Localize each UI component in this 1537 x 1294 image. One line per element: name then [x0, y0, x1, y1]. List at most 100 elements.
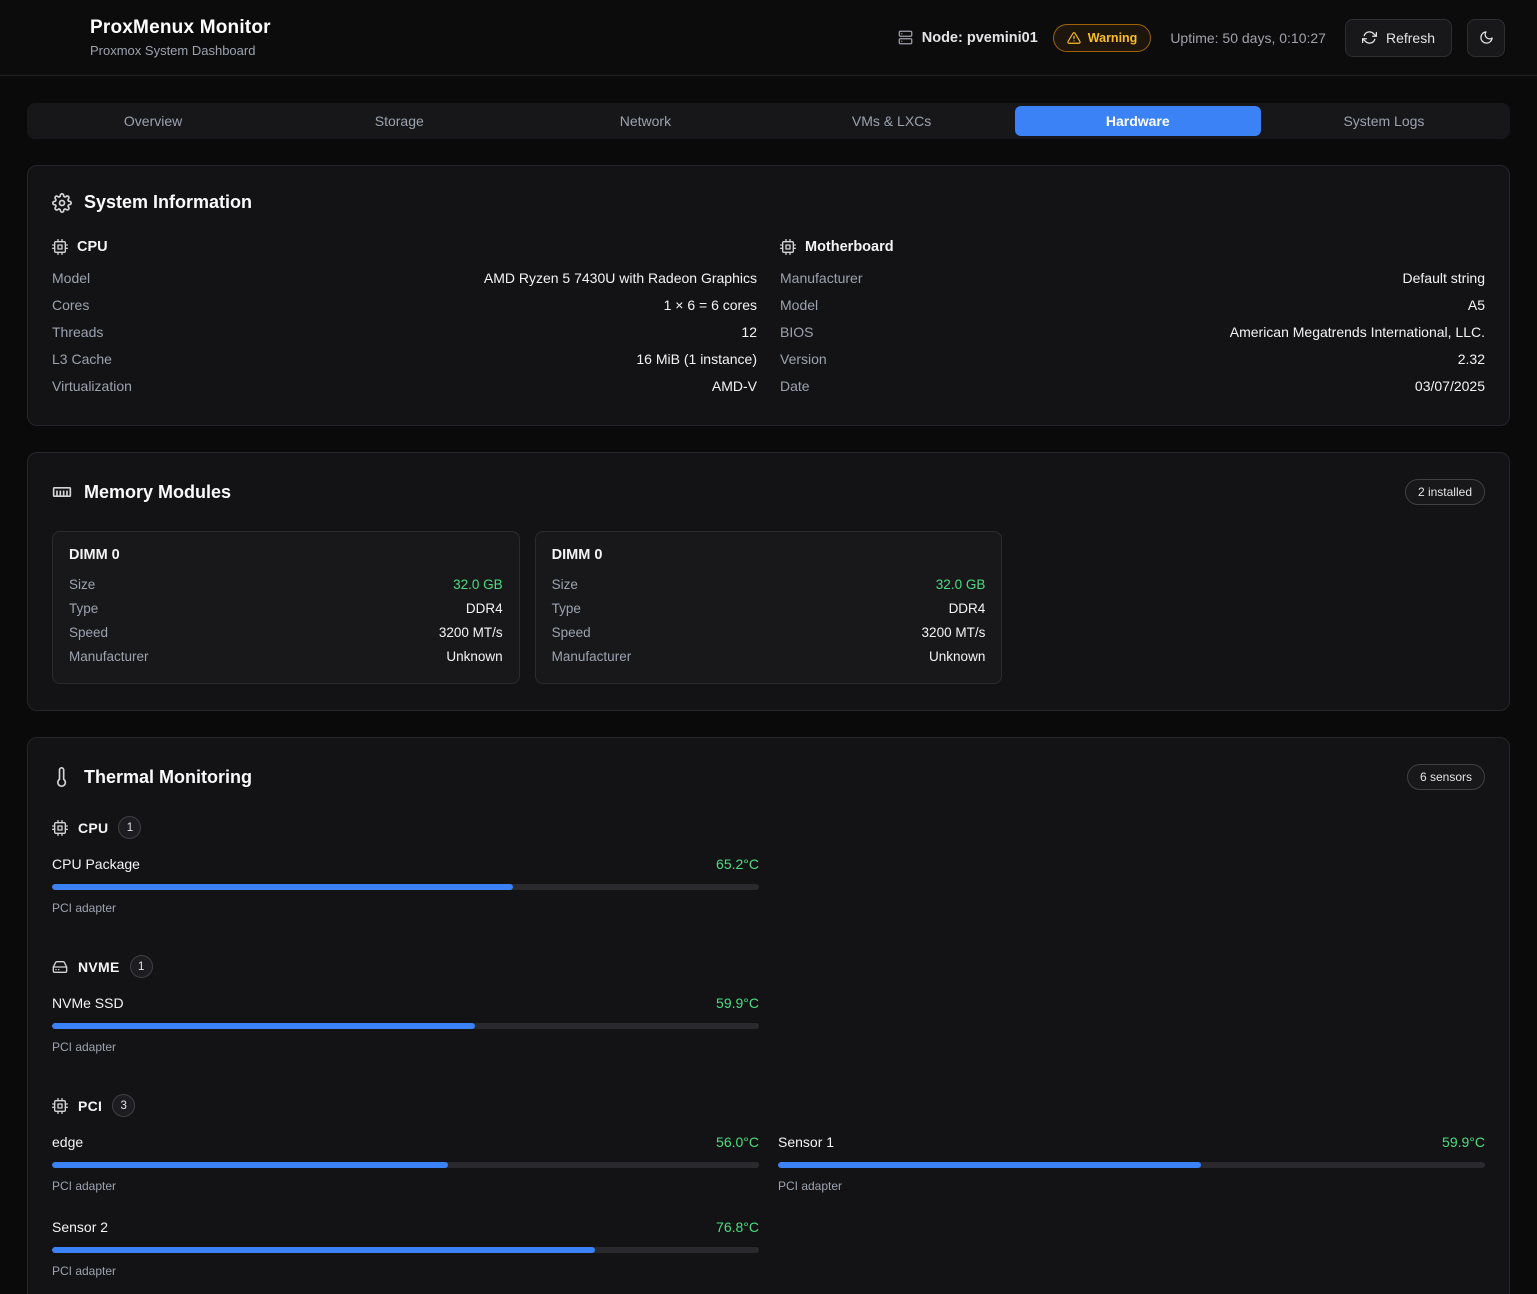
row-label: Virtualization [52, 378, 132, 394]
row-value: 2.32 [1458, 351, 1485, 367]
refresh-button[interactable]: Refresh [1345, 19, 1452, 57]
warning-badge[interactable]: Warning [1053, 24, 1152, 52]
row-value: Unknown [929, 649, 985, 664]
row-label: Manufacturer [552, 649, 632, 664]
row-value: 03/07/2025 [1415, 378, 1485, 394]
thermal-monitoring-title: Thermal Monitoring [84, 767, 252, 788]
group-count-badge: 3 [112, 1094, 135, 1117]
motherboard-section-title: Motherboard [805, 239, 894, 255]
tab-storage[interactable]: Storage [276, 106, 522, 136]
row-value: DDR4 [466, 601, 503, 616]
row-value: 16 MiB (1 instance) [636, 351, 757, 367]
sensor-adapter: PCI adapter [52, 901, 759, 915]
theme-toggle-button[interactable] [1467, 19, 1505, 57]
server-icon [898, 30, 913, 45]
tab-overview[interactable]: Overview [30, 106, 276, 136]
row-label: Date [780, 378, 810, 394]
row-label: Model [52, 270, 90, 286]
row-label: Type [552, 601, 581, 616]
module-row: Manufacturer Unknown [552, 644, 986, 668]
brand: ProxMenux Monitor Proxmox System Dashboa… [32, 16, 271, 60]
memory-icon [52, 482, 72, 502]
temp-progress-fill [52, 1023, 475, 1029]
row-label: Speed [552, 625, 591, 640]
sensor-adapter: PCI adapter [778, 1179, 1485, 1193]
info-row: Date 03/07/2025 [780, 372, 1485, 399]
temp-progress-fill [52, 1247, 595, 1253]
module-row: Speed 3200 MT/s [69, 620, 503, 644]
row-label: Manufacturer [69, 649, 149, 664]
sensor-temp: 56.0°C [716, 1134, 759, 1150]
row-label: L3 Cache [52, 351, 112, 367]
app-logo-icon [32, 16, 76, 60]
info-row: Model AMD Ryzen 5 7430U with Radeon Grap… [52, 264, 757, 291]
temp-progress-bar [52, 1162, 759, 1168]
thermal-group-nvme: NVME 1 NVMe SSD 59.9°C PCI adapter [52, 955, 1485, 1054]
tab-vms-lxcs[interactable]: VMs & LXCs [769, 106, 1015, 136]
group-name: NVME [78, 959, 120, 975]
refresh-label: Refresh [1386, 30, 1435, 46]
temp-progress-fill [52, 884, 513, 890]
sensor-item: Sensor 2 76.8°C PCI adapter [52, 1219, 759, 1278]
app-subtitle: Proxmox System Dashboard [90, 43, 271, 58]
module-row: Type DDR4 [552, 596, 986, 620]
info-row: Version 2.32 [780, 345, 1485, 372]
sensors-count-badge: 6 sensors [1407, 764, 1485, 790]
sensor-adapter: PCI adapter [52, 1179, 759, 1193]
row-label: Type [69, 601, 98, 616]
sensor-adapter: PCI adapter [52, 1040, 759, 1054]
sensor-temp: 76.8°C [716, 1219, 759, 1235]
info-row: BIOS American Megatrends International, … [780, 318, 1485, 345]
module-row: Size 32.0 GB [69, 572, 503, 596]
sensor-name: NVMe SSD [52, 995, 124, 1011]
sensor-item: NVMe SSD 59.9°C PCI adapter [52, 995, 759, 1054]
warning-icon [1067, 31, 1081, 45]
temp-progress-bar [52, 884, 759, 890]
sensor-name: Sensor 1 [778, 1134, 834, 1150]
group-name: CPU [78, 820, 108, 836]
tab-network[interactable]: Network [522, 106, 768, 136]
memory-modules-card: Memory Modules 2 installed DIMM 0 Size 3… [27, 452, 1510, 711]
row-value: American Megatrends International, LLC. [1230, 324, 1485, 340]
sensor-name: edge [52, 1134, 83, 1150]
module-row: Type DDR4 [69, 596, 503, 620]
dimm-name: DIMM 0 [69, 547, 503, 563]
row-value: 3200 MT/s [439, 625, 503, 640]
cpu-section-title: CPU [77, 239, 108, 255]
tab-system-logs[interactable]: System Logs [1261, 106, 1507, 136]
temp-progress-bar [52, 1247, 759, 1253]
motherboard-section: Motherboard Manufacturer Default string … [780, 239, 1485, 399]
row-label: Size [69, 577, 95, 592]
thermal-group-cpu: CPU 1 CPU Package 65.2°C PCI adapter [52, 816, 1485, 915]
row-label: BIOS [780, 324, 813, 340]
app-header: ProxMenux Monitor Proxmox System Dashboa… [0, 0, 1537, 76]
row-label: Size [552, 577, 578, 592]
info-row: Cores 1 × 6 = 6 cores [52, 291, 757, 318]
pci-chip-icon [52, 1098, 68, 1114]
group-count-badge: 1 [118, 816, 141, 839]
sensor-item: edge 56.0°C PCI adapter [52, 1134, 759, 1193]
memory-modules-title: Memory Modules [84, 482, 231, 503]
row-value: Default string [1403, 270, 1485, 286]
sensor-adapter: PCI adapter [52, 1264, 759, 1278]
sensor-temp: 65.2°C [716, 856, 759, 872]
node-indicator: Node: pvemini01 [898, 30, 1038, 46]
row-label: Manufacturer [780, 270, 862, 286]
sensor-item: CPU Package 65.2°C PCI adapter [52, 856, 759, 915]
info-row: Manufacturer Default string [780, 264, 1485, 291]
moon-icon [1479, 30, 1494, 45]
memory-module-card: DIMM 0 Size 32.0 GB Type DDR4 Speed 3200… [535, 531, 1003, 684]
node-label: Node: pvemini01 [922, 30, 1038, 46]
info-row: Threads 12 [52, 318, 757, 345]
row-value: AMD-V [712, 378, 757, 394]
main-tabs: Overview Storage Network VMs & LXCs Hard… [27, 103, 1510, 139]
tab-hardware[interactable]: Hardware [1015, 106, 1261, 136]
warning-label: Warning [1088, 31, 1138, 45]
temp-progress-bar [778, 1162, 1485, 1168]
module-row: Size 32.0 GB [552, 572, 986, 596]
sensor-temp: 59.9°C [1442, 1134, 1485, 1150]
sensor-item: Sensor 1 59.9°C PCI adapter [778, 1134, 1485, 1193]
sensor-name: CPU Package [52, 856, 140, 872]
motherboard-chip-icon [780, 239, 796, 255]
row-value: 32.0 GB [936, 577, 986, 592]
